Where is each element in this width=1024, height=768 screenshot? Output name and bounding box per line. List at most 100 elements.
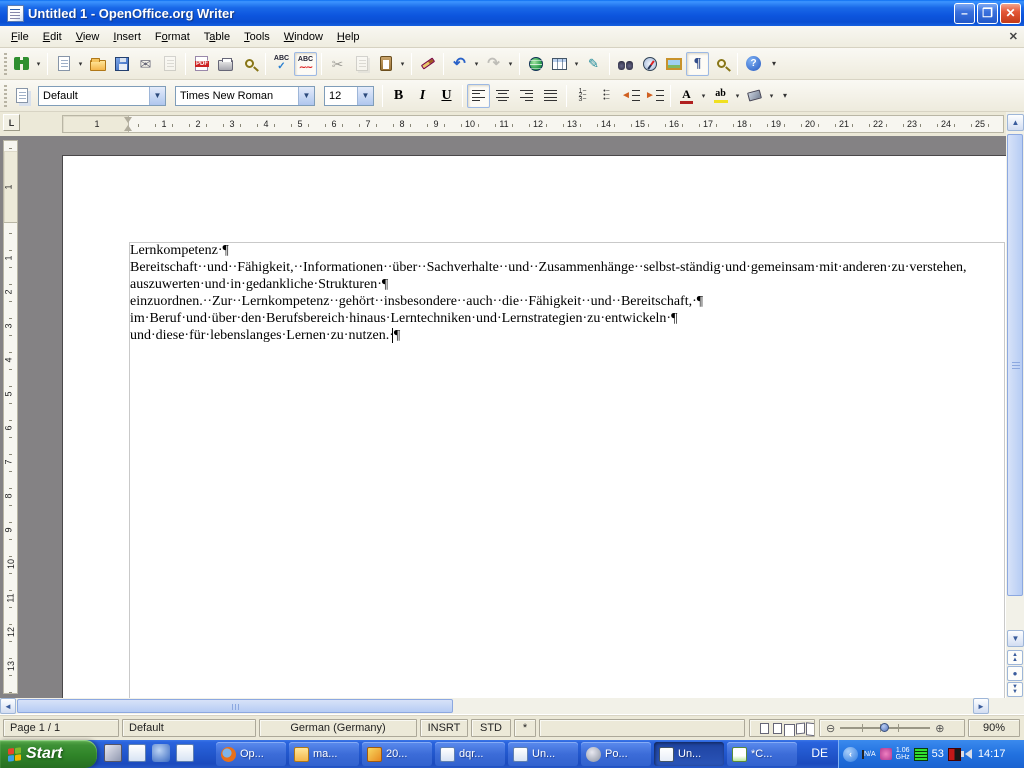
- bold-icon[interactable]: B: [387, 84, 410, 108]
- status-page-style[interactable]: Default: [122, 719, 256, 737]
- vertical-scroll-thumb[interactable]: [1007, 134, 1023, 596]
- scroll-up-icon[interactable]: ▲: [1007, 114, 1024, 131]
- quick-launch-document-icon[interactable]: [128, 744, 146, 762]
- scroll-left-icon[interactable]: ◄: [0, 698, 16, 714]
- show-desktop-icon[interactable]: [104, 744, 122, 762]
- font-color-dropdown-icon[interactable]: ▾: [699, 84, 708, 108]
- indent-marker[interactable]: [124, 117, 133, 131]
- increase-indent-icon[interactable]: ►: [643, 84, 666, 108]
- table-icon[interactable]: [548, 52, 571, 76]
- text-line[interactable]: auszuwerten·und·in·gedankliche·Strukture…: [130, 277, 1004, 294]
- toolbar-grip[interactable]: [4, 52, 7, 75]
- undo-dropdown-icon[interactable]: ▾: [472, 52, 481, 76]
- close-button[interactable]: ✕: [1000, 2, 1021, 24]
- status-insert-mode[interactable]: INSRT: [420, 719, 468, 737]
- align-left-icon[interactable]: [467, 83, 490, 108]
- format-paintbrush-icon[interactable]: [416, 52, 439, 76]
- size-dropdown-icon[interactable]: ▼: [357, 86, 373, 105]
- tray-chevron-icon[interactable]: ‹: [843, 746, 858, 762]
- volume-icon[interactable]: [960, 749, 972, 759]
- navigator-icon[interactable]: [638, 52, 661, 76]
- zoom-in-icon[interactable]: ⊕: [935, 722, 944, 735]
- autospellcheck-icon[interactable]: ABC ∼∼: [294, 51, 317, 76]
- next-page-icon[interactable]: ▼ ▼: [1007, 682, 1023, 697]
- menu-format[interactable]: Format: [148, 28, 197, 46]
- menu-file[interactable]: File: [4, 28, 36, 46]
- menu-table[interactable]: Table: [197, 28, 237, 46]
- h-ruler[interactable]: 1 1 2 3 4 5 6 7 8 9 10 11 12 13 14 15 16 17 18 19 20 21 22 23 2…: [62, 115, 1004, 133]
- find-replace-icon[interactable]: [614, 52, 637, 76]
- multi-page-view-icon[interactable]: [772, 722, 795, 736]
- meter-tray-icon[interactable]: [913, 747, 928, 761]
- new-dropdown-icon[interactable]: ▾: [76, 52, 85, 76]
- redo-icon[interactable]: ↷: [482, 52, 505, 76]
- book-view-icon[interactable]: [795, 722, 805, 734]
- paste-icon[interactable]: [374, 52, 397, 76]
- previous-page-icon[interactable]: ▲ ▲: [1007, 650, 1023, 665]
- toolbar-grip[interactable]: [4, 84, 7, 107]
- italic-icon[interactable]: I: [411, 84, 434, 108]
- background-color-icon[interactable]: [743, 84, 766, 108]
- font-name-combo[interactable]: Times New Roman ▼: [175, 85, 315, 106]
- quick-launch-app-icon[interactable]: [152, 744, 170, 762]
- mail-icon[interactable]: ✉: [134, 52, 157, 76]
- spellcheck-icon[interactable]: ABC ✓: [270, 52, 293, 76]
- taskbar-task[interactable]: ma...: [289, 742, 359, 766]
- restore-button[interactable]: ❐: [977, 2, 998, 24]
- save-icon[interactable]: [110, 52, 133, 76]
- copy-icon[interactable]: [350, 52, 373, 76]
- align-center-icon[interactable]: [491, 84, 514, 108]
- gallery-icon[interactable]: [662, 52, 685, 76]
- underline-icon[interactable]: U: [435, 84, 458, 108]
- horizontal-scroll-thumb[interactable]: [17, 699, 453, 713]
- text-line[interactable]: einzuordnen.··Zur··Lernkompetenz··gehört…: [130, 294, 1004, 311]
- highlighting-icon[interactable]: ab: [709, 84, 732, 108]
- menu-help[interactable]: Help: [330, 28, 367, 46]
- find-dropdown-icon[interactable]: ▾: [34, 52, 43, 76]
- find-toolbar-icon[interactable]: [10, 52, 33, 76]
- paste-dropdown-icon[interactable]: ▾: [398, 52, 407, 76]
- status-page-number[interactable]: Page 1 / 1: [3, 719, 119, 737]
- export-pdf-icon[interactable]: [190, 52, 213, 76]
- background-color-dropdown-icon[interactable]: ▾: [767, 84, 776, 108]
- language-indicator[interactable]: DE: [811, 746, 828, 760]
- tab-type-selector[interactable]: L: [3, 114, 20, 131]
- help-icon[interactable]: ?: [742, 52, 765, 76]
- taskbar-task[interactable]: Un...: [654, 742, 724, 766]
- status-view-layout[interactable]: [749, 719, 815, 737]
- hyperlink-icon[interactable]: [524, 52, 547, 76]
- cpu-tray-icon[interactable]: [879, 748, 892, 760]
- font-dropdown-icon[interactable]: ▼: [298, 86, 314, 105]
- print-icon[interactable]: [214, 52, 237, 76]
- status-language[interactable]: German (Germany): [259, 719, 417, 737]
- align-right-icon[interactable]: [515, 84, 538, 108]
- status-modified-flag[interactable]: *: [514, 719, 536, 737]
- taskbar-task[interactable]: 20...: [362, 742, 432, 766]
- minimize-button[interactable]: –: [954, 2, 975, 24]
- highlighting-dropdown-icon[interactable]: ▾: [733, 84, 742, 108]
- scroll-right-icon[interactable]: ►: [973, 698, 989, 714]
- text-line[interactable]: und·diese·für·lebenslanges·Lernen·zu·nut…: [130, 328, 1004, 345]
- zoom-icon[interactable]: [710, 52, 733, 76]
- taskbar-task[interactable]: Un...: [508, 742, 578, 766]
- menu-insert[interactable]: Insert: [106, 28, 148, 46]
- quick-launch-editor-icon[interactable]: [176, 744, 194, 762]
- document-close-icon[interactable]: ✕: [1009, 30, 1018, 43]
- text-line[interactable]: im·Beruf·und·über·den·Berufsbereich·hina…: [130, 311, 1004, 328]
- bullet-list-icon[interactable]: •− •− •−: [595, 84, 618, 108]
- formatting-marks-icon[interactable]: ¶: [686, 51, 709, 76]
- page-preview-icon[interactable]: [238, 52, 261, 76]
- edit-file-icon[interactable]: [158, 52, 181, 76]
- menu-edit[interactable]: Edit: [36, 28, 69, 46]
- vertical-scrollbar[interactable]: ▲ ▼ ▲ ▲ ● ▼ ▼: [1006, 112, 1024, 714]
- status-zoom-level[interactable]: 90%: [968, 719, 1020, 737]
- red-tray-icon[interactable]: [947, 747, 961, 761]
- font-size-combo[interactable]: 12 ▼: [324, 85, 374, 106]
- font-color-icon[interactable]: A: [675, 84, 698, 108]
- menu-window[interactable]: Window: [277, 28, 330, 46]
- start-button[interactable]: Start: [0, 740, 97, 768]
- align-justify-icon[interactable]: [539, 84, 562, 108]
- v-ruler[interactable]: 1 1 2 3 4 5 6 7 8 9 10 11 12 13: [3, 140, 18, 694]
- text-line[interactable]: Bereitschaft··und··Fähigkeit,··Informati…: [130, 260, 1004, 277]
- table-dropdown-icon[interactable]: ▾: [572, 52, 581, 76]
